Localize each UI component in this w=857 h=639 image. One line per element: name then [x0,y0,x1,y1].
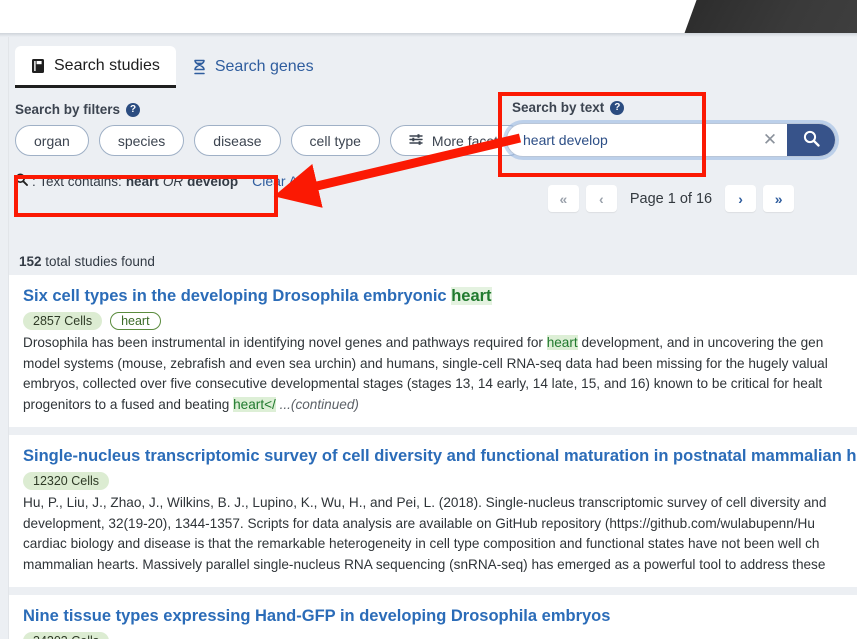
study-list: Six cell types in the developing Drosoph… [9,275,857,639]
facet-pill-cell-type[interactable]: cell type [290,125,380,156]
facet-pill-organ[interactable]: organ [15,125,89,156]
study-title-link[interactable]: Six cell types in the developing Drosoph… [23,287,843,306]
cell-count-badge: 2857 Cells [23,312,103,330]
tab-search-genes[interactable]: Search genes [176,46,330,88]
study-description: Hu, P., Liu, J., Zhao, J., Wilkins, B. J… [23,493,843,575]
page-body: Search studies Search genes Search by fi… [0,34,857,639]
study-description-line: Hu, P., Liu, J., Zhao, J., Wilkins, B. J… [23,493,843,514]
pagination-controls: « ‹ Page 1 of 16 › » [506,185,836,212]
facet-tag-badge[interactable]: heart [110,312,161,330]
clear-all-link[interactable]: Clear All [252,173,304,189]
study-badges: 12320 Cells [23,472,843,490]
top-banner-shadow [0,33,857,37]
facet-pill-more-facets[interactable]: More facets [389,125,525,156]
search-by-text-section: Search by text ? ✕ [506,100,836,212]
study-card: Six cell types in the developing Drosoph… [9,275,857,427]
search-icon [15,173,28,189]
description-text: cardiac biology and disease is that the … [23,536,820,551]
applied-text-filter-chip[interactable]: : Text contains: heart OR develop [15,173,238,189]
study-badges: 2857 Cells heart [23,312,843,330]
study-title-text: Nine tissue types expressing Hand-GFP in… [23,607,611,625]
study-description-line: progenitors to a fused and beating heart… [23,395,843,416]
facet-pill-more-facets-label: More facets [431,132,506,149]
search-by-filters-text: Search by filters [15,102,121,117]
study-title-link[interactable]: Nine tissue types expressing Hand-GFP in… [23,607,843,626]
results-count-number: 152 [19,254,42,269]
tab-search-genes-label: Search genes [214,58,314,75]
search-term-highlight: heart</ [233,396,276,412]
study-card: Nine tissue types expressing Hand-GFP in… [9,595,857,639]
study-description-line: mammalian hearts. Massively parallel sin… [23,555,843,576]
top-banner [0,0,857,34]
facet-pill-disease[interactable]: disease [194,125,281,156]
search-term-highlight: heart [546,335,578,350]
left-gutter [0,34,9,639]
study-description-line: development, 32(19-20), 1344-1357. Scrip… [23,514,843,535]
study-description-line: model systems (mouse, zebrafish and even… [23,354,843,375]
study-card: Single-nucleus transcriptomic survey of … [9,435,857,587]
pagination-prev-button[interactable]: ‹ [585,185,617,212]
description-text: Hu, P., Liu, J., Zhao, J., Wilkins, B. J… [23,495,827,510]
description-text: development, and in uncovering the gen [577,335,824,350]
tab-search-studies[interactable]: Search studies [15,46,176,88]
search-submit-button[interactable] [787,124,835,156]
study-title-link[interactable]: Single-nucleus transcriptomic survey of … [23,447,857,466]
study-title-text: Single-nucleus transcriptomic survey of … [23,447,857,465]
results-section: 152 total studies found Six cell types i… [9,250,857,639]
study-description-line: embryos, collected over five consecutive… [23,374,843,395]
study-title-highlight: heart [451,287,492,305]
applied-filter-term2: develop [187,173,239,189]
facet-pill-organ-label: organ [34,132,70,149]
study-description-line: Drosophila has been instrumental in iden… [23,333,843,354]
search-by-text-label: Search by text ? [506,100,836,115]
study-badges: 34203 Cells [23,632,843,639]
sliders-icon [409,133,424,149]
facet-pill-disease-label: disease [213,132,262,149]
facet-pill-species[interactable]: species [98,125,185,156]
description-text: development, 32(19-20), 1344-1357. Scrip… [23,515,815,531]
close-x-icon[interactable]: ✕ [753,124,787,156]
cell-count-badge: 12320 Cells [23,472,110,490]
study-description: Drosophila has been instrumental in iden… [23,333,843,415]
help-circle-icon[interactable]: ? [610,100,625,115]
facet-pill-cell-type-label: cell type [309,132,361,149]
description-text: mammalian hearts. Massively parallel sin… [23,556,826,572]
main-content: Search studies Search genes Search by fi… [9,34,857,639]
study-title-text: Six cell types in the developing Drosoph… [23,287,452,305]
book-icon [31,58,46,74]
continued-marker: ...(continued) [279,396,359,412]
applied-filter-prefix: : Text contains: [32,173,122,189]
pagination-next-button[interactable]: › [725,185,757,212]
description-text: Drosophila has been instrumental in iden… [23,335,547,350]
search-mode-tabs: Search studies Search genes [15,46,857,88]
results-count-suffix: total studies found [41,254,155,269]
search-input[interactable] [507,124,753,156]
results-count: 152 total studies found [19,254,857,269]
top-banner-dark-shape [681,0,857,34]
description-text: embryos, collected over five consecutive… [23,376,823,391]
cell-count-badge: 34203 Cells [23,632,110,639]
description-text: model systems (mouse, zebrafish and even… [23,355,828,371]
description-text: progenitors to a fused and beating [23,396,234,412]
search-bar: ✕ [506,123,836,157]
pagination-first-button[interactable]: « [547,185,579,212]
pagination-last-button[interactable]: » [763,185,795,212]
applied-filter-term1: heart [125,173,159,189]
applied-filter-operator: OR [162,173,184,189]
facet-pill-species-label: species [117,132,166,149]
application-root: Search studies Search genes Search by fi… [0,0,857,639]
tab-search-studies-label: Search studies [54,56,160,74]
search-icon [803,130,820,150]
help-circle-icon[interactable]: ? [126,102,141,117]
study-description-line: cardiac biology and disease is that the … [23,534,843,555]
dna-icon [192,59,207,75]
search-by-text-title: Search by text [512,100,605,115]
pagination-page-label: Page 1 of 16 [629,190,713,207]
